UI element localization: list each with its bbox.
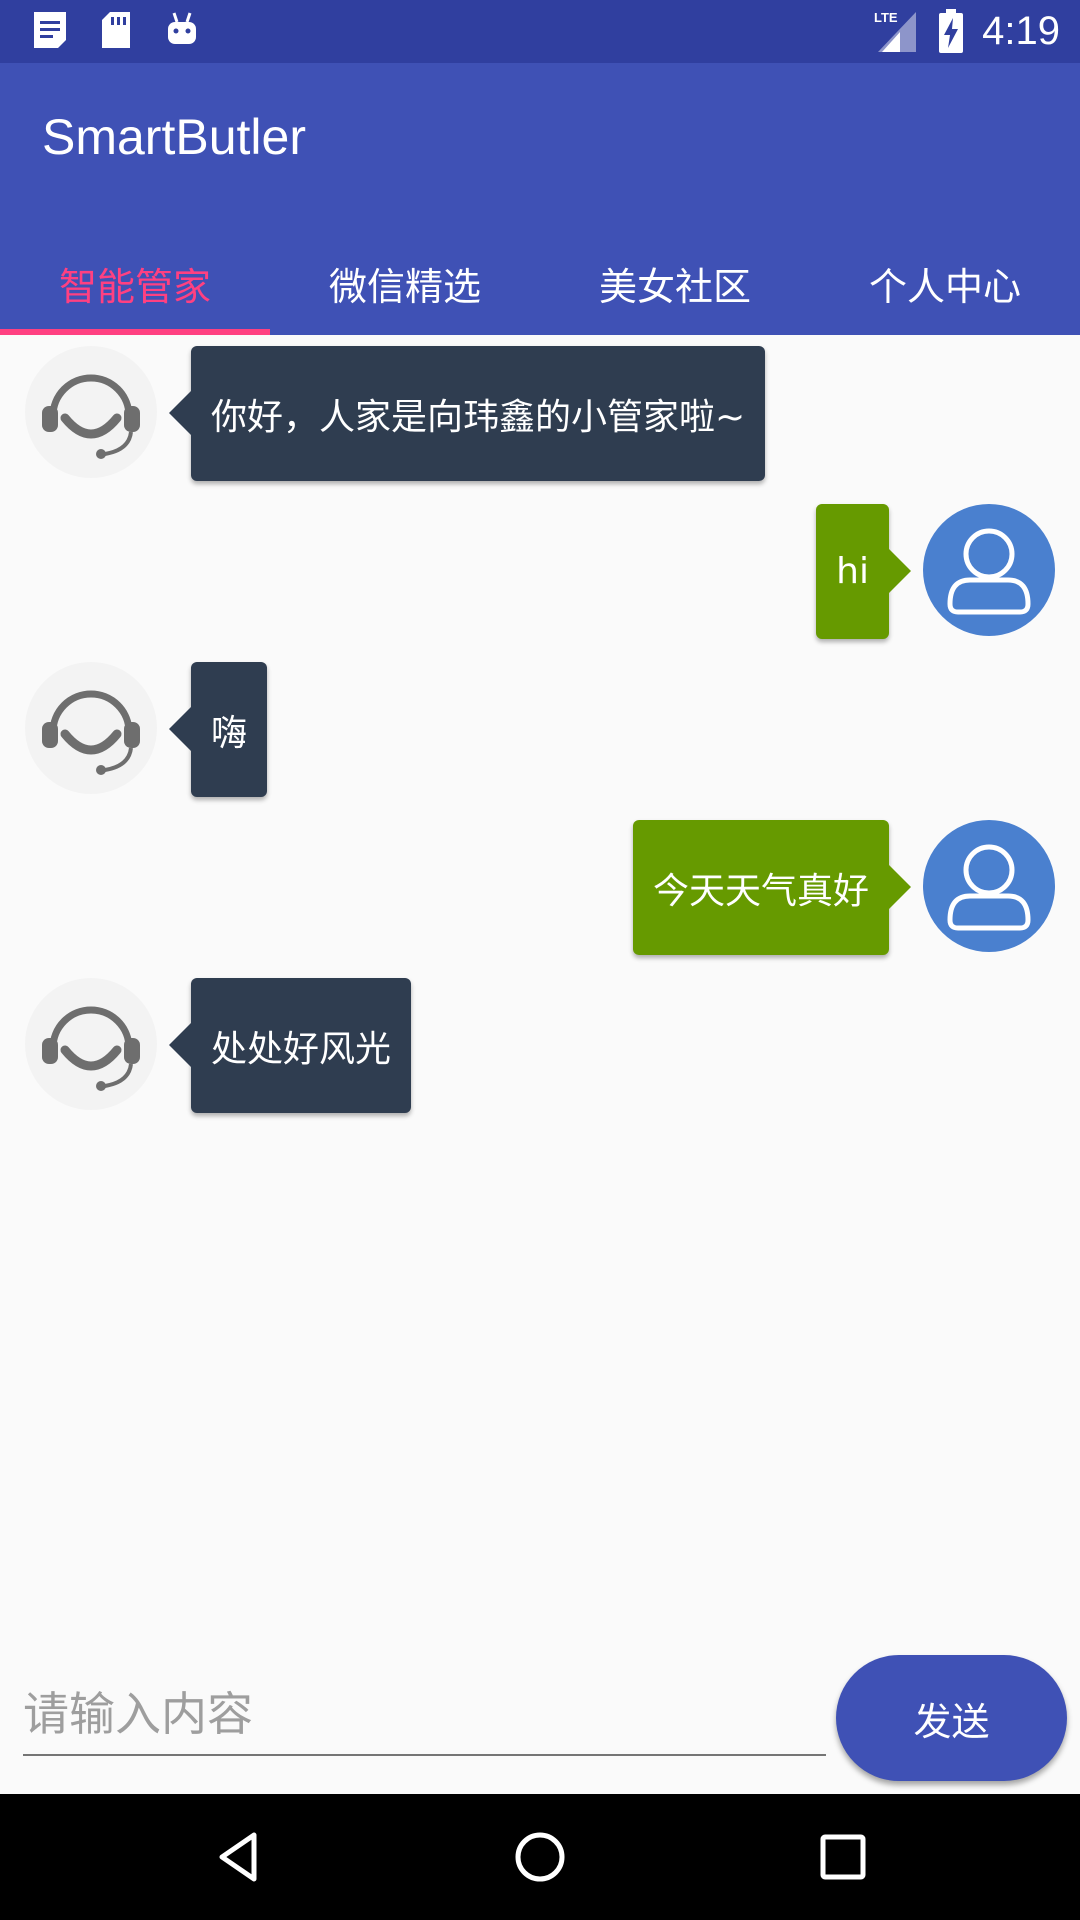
- message-text: hi: [836, 551, 869, 592]
- tab-label: 微信精选: [328, 264, 481, 309]
- message-text: 你好，人家是向玮鑫的小管家啦~: [211, 396, 746, 438]
- lte-signal-icon: LTE: [874, 10, 917, 52]
- person-icon: [947, 844, 1031, 931]
- message-bubble: 今天天气真好: [632, 820, 912, 955]
- system-indicators: LTE 4:19: [874, 8, 1060, 54]
- headset-icon: [42, 690, 140, 775]
- headset-icon: [42, 1006, 140, 1091]
- app-title: SmartButler: [42, 109, 306, 165]
- home-icon[interactable]: [510, 1827, 570, 1887]
- network-type-label: LTE: [874, 10, 898, 25]
- message-text: 今天天气真好: [652, 870, 869, 912]
- user-avatar: [923, 504, 1055, 636]
- back-icon[interactable]: [210, 1827, 270, 1887]
- person-icon: [947, 528, 1031, 615]
- app-bar: SmartButler 智能管家 微信精选 美女社区 个人中心: [0, 63, 1080, 335]
- tab-wechat-picks[interactable]: 微信精选: [270, 231, 540, 335]
- butler-avatar: [25, 346, 157, 478]
- notes-icon: [34, 12, 66, 48]
- message-input-container: [23, 1676, 826, 1756]
- navigation-bar: [0, 1794, 1080, 1920]
- android-icon: [168, 12, 196, 44]
- battery-charging-icon: [939, 9, 964, 53]
- tab-personal-center[interactable]: 个人中心: [810, 231, 1080, 335]
- butler-avatar: [25, 978, 157, 1110]
- notification-icons: [30, 10, 202, 50]
- tab-beauty-community[interactable]: 美女社区: [540, 231, 810, 335]
- recents-icon[interactable]: [813, 1827, 873, 1887]
- sd-card-icon: [102, 12, 130, 48]
- user-avatar: [923, 820, 1055, 952]
- status-bar: LTE 4:19: [0, 0, 1080, 63]
- message-text: 处处好风光: [211, 1028, 392, 1070]
- message-bubble: hi: [816, 504, 911, 639]
- tab-bar: 智能管家 微信精选 美女社区 个人中心: [0, 231, 1080, 335]
- message-text: 嗨: [211, 712, 248, 754]
- message-bubble: 嗨: [168, 662, 268, 797]
- headset-icon: [42, 374, 140, 459]
- send-button[interactable]: 发送: [836, 1655, 1067, 1781]
- message-bubble: 你好，人家是向玮鑫的小管家啦~: [168, 346, 766, 481]
- message-input[interactable]: [23, 1676, 826, 1752]
- status-time: 4:19: [982, 9, 1060, 53]
- tab-smart-butler[interactable]: 智能管家: [0, 231, 270, 335]
- message-bubble: 处处好风光: [168, 978, 412, 1113]
- tab-label: 美女社区: [598, 264, 751, 309]
- tab-label: 智能管家: [58, 264, 211, 309]
- tab-label: 个人中心: [868, 264, 1021, 309]
- chat-list[interactable]: 你好，人家是向玮鑫的小管家啦~ hi 嗨 今天天气真好 处处好风光: [0, 335, 1080, 1635]
- butler-avatar: [25, 662, 157, 794]
